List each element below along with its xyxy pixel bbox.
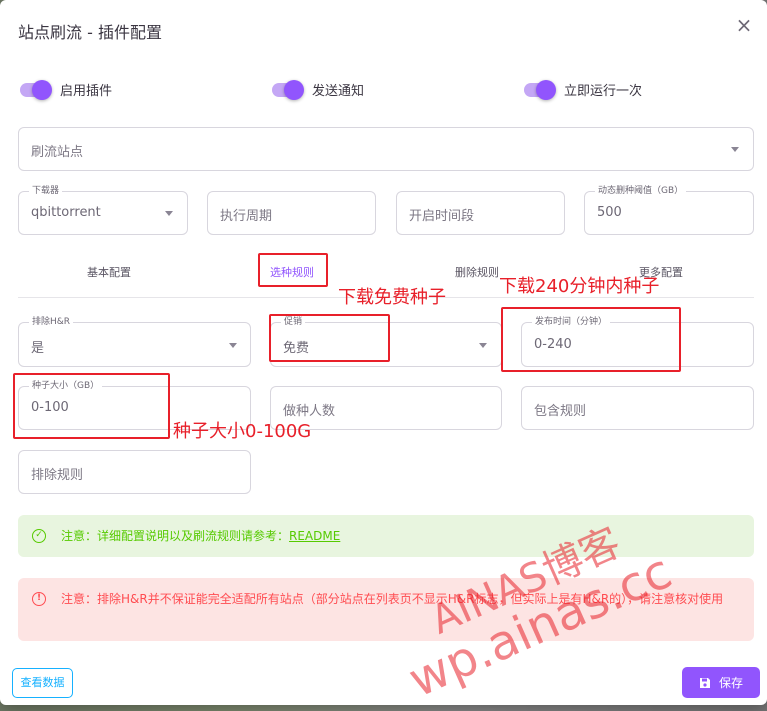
annotation-size: 种子大小0-100G	[173, 421, 312, 442]
send-notify-toggle[interactable]: 发送通知	[272, 79, 365, 100]
tab-basic[interactable]: 基本配置	[87, 264, 131, 280]
alert-circle-icon: !	[32, 592, 46, 606]
toggle-label: 启用插件	[60, 84, 113, 99]
chevron-down-icon	[479, 343, 487, 348]
run-once-toggle[interactable]: 立即运行一次	[524, 79, 643, 100]
exclude-hr-value: 是	[31, 341, 45, 356]
close-icon[interactable]: ×	[733, 14, 755, 36]
delete-threshold-input[interactable]: 动态删种阈值（GB） 500	[584, 185, 754, 235]
toggle-switch[interactable]	[524, 79, 556, 100]
exclude-hr-select[interactable]: 排除H&R 是	[18, 316, 251, 367]
delete-threshold-value: 500	[597, 205, 622, 220]
annotation-box-tab	[258, 253, 328, 287]
cron-input[interactable]: 执行周期	[207, 191, 376, 235]
include-rule-placeholder: 包含规则	[534, 404, 587, 419]
delete-threshold-label: 动态删种阈值（GB）	[595, 185, 687, 197]
toggle-label: 立即运行一次	[564, 84, 643, 99]
seeders-placeholder: 做种人数	[283, 404, 336, 419]
chevron-down-icon	[731, 147, 739, 152]
annotation-box-promo	[269, 314, 390, 362]
save-button[interactable]: 保存	[682, 667, 760, 698]
annotation-box-pubtime	[501, 307, 681, 372]
annotation-within: 下载240分钟内种子	[499, 276, 660, 297]
toggle-switch[interactable]	[272, 79, 304, 100]
enable-plugin-toggle[interactable]: 启用插件	[20, 79, 113, 100]
time-range-input[interactable]: 开启时间段	[396, 191, 565, 235]
save-icon	[699, 677, 710, 688]
chevron-down-icon	[165, 211, 173, 216]
time-range-placeholder: 开启时间段	[409, 209, 475, 224]
cron-placeholder: 执行周期	[220, 209, 273, 224]
dialog-title: 站点刷流 - 插件配置	[18, 23, 162, 42]
annotation-free: 下载免费种子	[338, 287, 446, 308]
toggle-label: 发送通知	[312, 84, 365, 99]
include-rule-input[interactable]: 包含规则	[521, 386, 754, 430]
readme-link[interactable]: README	[289, 529, 340, 543]
annotation-box-size	[13, 373, 170, 439]
site-select[interactable]: 刷流站点	[18, 127, 754, 171]
downloader-label: 下载器	[29, 185, 63, 197]
tab-delete-rules[interactable]: 删除规则	[455, 264, 499, 280]
toggle-switch[interactable]	[20, 79, 52, 100]
check-circle-icon: ✓	[32, 529, 46, 543]
exclude-hr-label: 排除H&R	[29, 316, 74, 328]
exclude-rule-placeholder: 排除规则	[31, 468, 84, 483]
chevron-down-icon	[229, 343, 237, 348]
site-select-placeholder: 刷流站点	[31, 145, 84, 160]
view-data-button[interactable]: 查看数据	[12, 668, 73, 698]
downloader-value: qbittorrent	[31, 205, 101, 220]
downloader-select[interactable]: 下载器 qbittorrent	[18, 185, 188, 235]
save-button-label: 保存	[718, 676, 743, 690]
exclude-rule-input[interactable]: 排除规则	[18, 450, 251, 494]
info-alert-text: 注意：详细配置说明以及刷流规则请参考：	[61, 529, 290, 543]
